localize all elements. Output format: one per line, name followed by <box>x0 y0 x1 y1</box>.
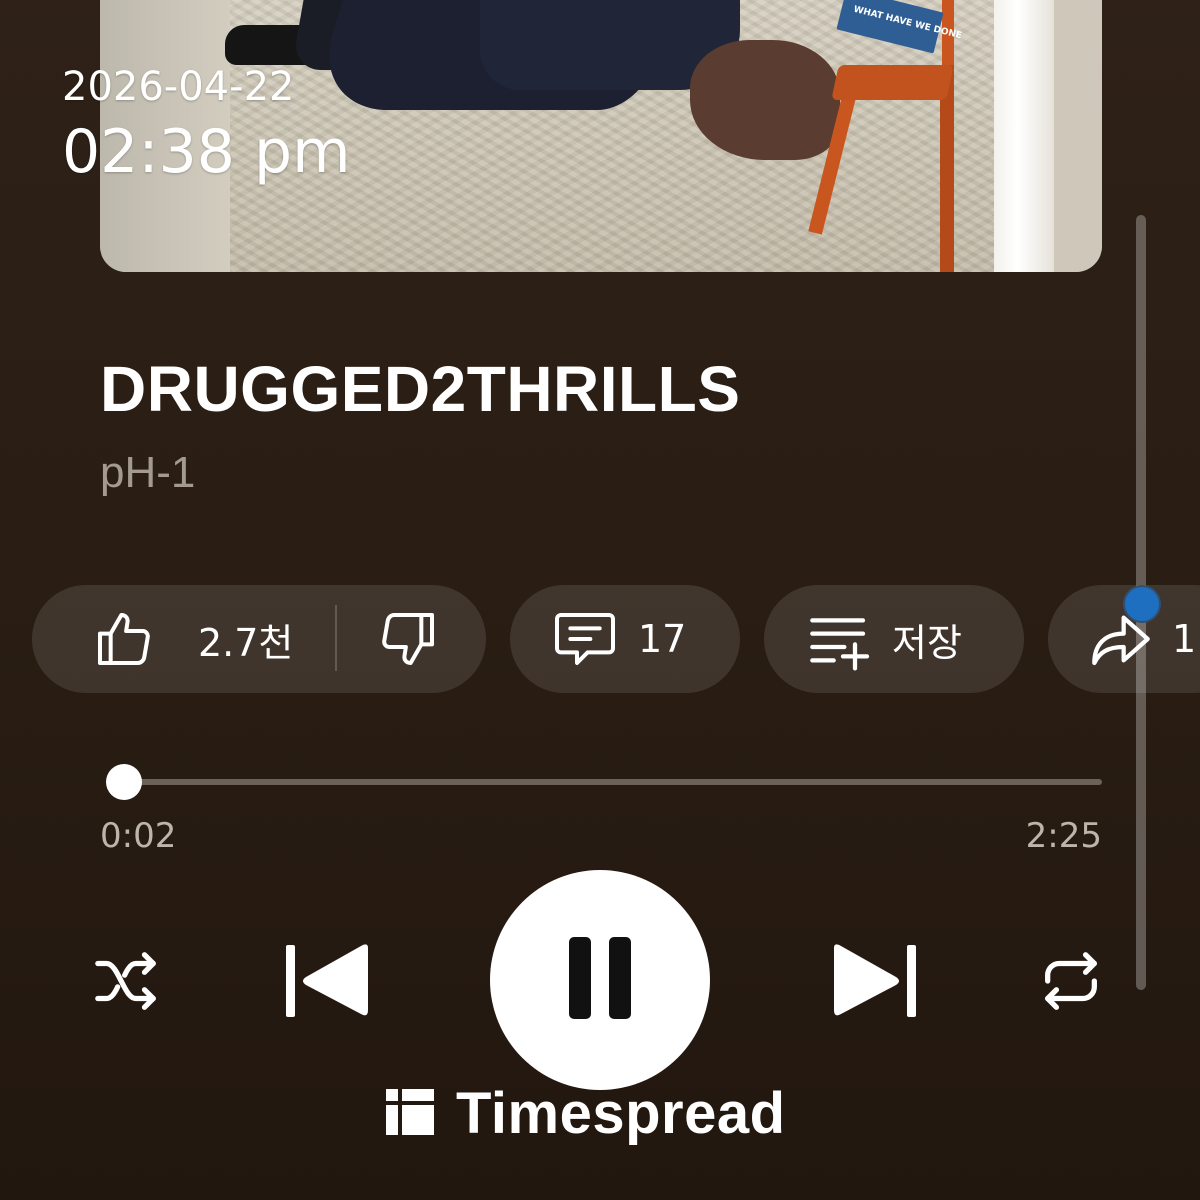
previous-button[interactable] <box>280 940 376 1024</box>
album-art-chair-seat <box>831 65 954 100</box>
watermark: Timespread <box>386 1080 786 1147</box>
comments-button[interactable]: 17 <box>510 585 740 693</box>
timespread-logo-icon <box>386 1088 434 1139</box>
shuffle-icon <box>92 952 162 1020</box>
album-art-doorframe <box>994 0 1054 272</box>
seek-bar-knob[interactable] <box>105 764 142 800</box>
total-time: 2:25 <box>1025 816 1102 856</box>
pause-icon <box>565 933 635 1027</box>
comment-icon <box>550 607 620 671</box>
pause-button[interactable] <box>490 870 710 1090</box>
repeat-icon <box>1034 952 1108 1020</box>
like-count: 2.7천 <box>198 620 294 665</box>
album-art-wall-right <box>1054 0 1102 272</box>
scrollbar-thumb[interactable] <box>1123 585 1161 623</box>
save-button[interactable]: 저장 <box>764 585 1024 693</box>
time-text: 02:38 pm <box>62 117 351 187</box>
save-label: 저장 <box>892 620 962 665</box>
dislike-button[interactable] <box>376 607 440 671</box>
elapsed-time: 0:02 <box>100 816 177 856</box>
next-button[interactable] <box>826 940 922 1024</box>
like-dislike-chip: 2.7천 <box>32 585 486 693</box>
comment-count: 17 <box>638 617 687 661</box>
repeat-button[interactable] <box>1034 946 1108 1020</box>
share-label: 1 <box>1172 617 1197 661</box>
date-text: 2026-04-22 <box>62 64 295 110</box>
datetime-overlay: 2026-04-22 02:38 pm <box>62 62 351 188</box>
playlist-add-icon <box>806 607 872 671</box>
thumbs-up-icon <box>92 607 156 671</box>
watermark-text: Timespread <box>456 1081 786 1146</box>
track-title: DRUGGED2THRILLS <box>100 353 741 425</box>
album-art-bag <box>690 40 840 160</box>
skip-previous-icon <box>280 944 376 1024</box>
shuffle-button[interactable] <box>92 946 162 1020</box>
seek-bar[interactable] <box>110 779 1102 785</box>
like-divider <box>335 605 337 671</box>
like-button[interactable]: 2.7천 <box>92 607 293 671</box>
track-artist[interactable]: pH-1 <box>100 448 195 498</box>
thumbs-down-icon <box>376 607 440 671</box>
skip-next-icon <box>826 944 922 1024</box>
